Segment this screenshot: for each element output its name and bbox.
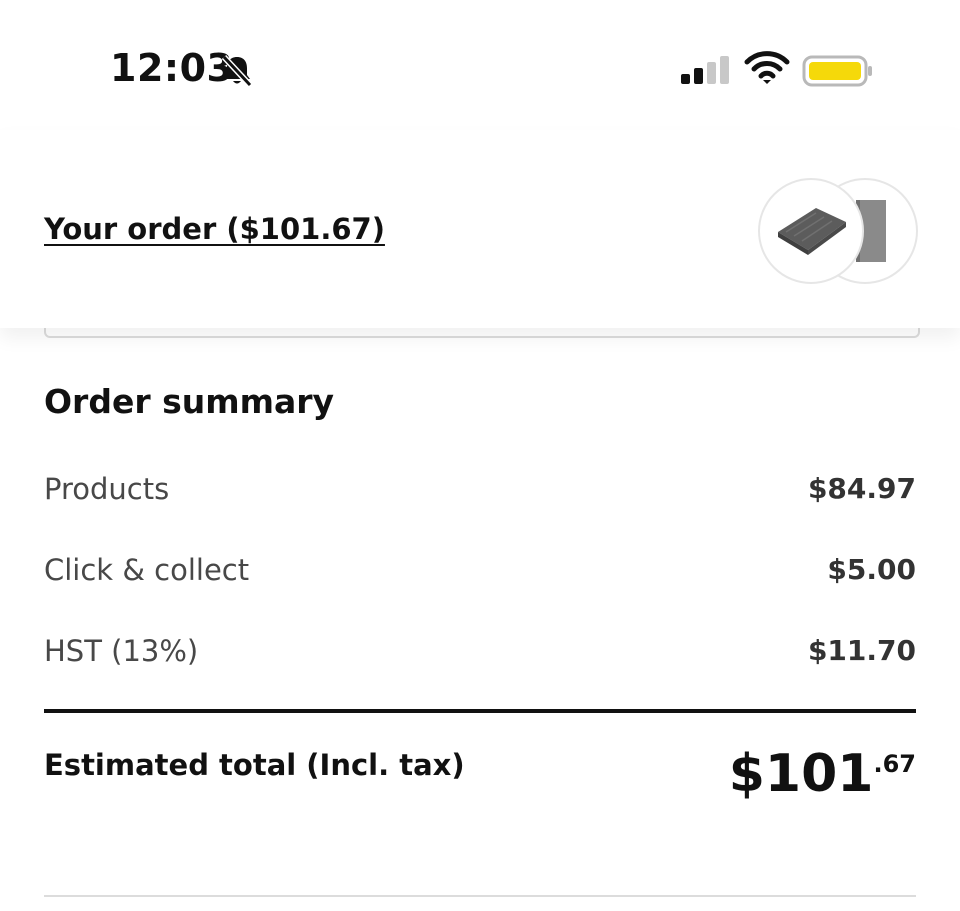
summary-row-value: $11.70 bbox=[807, 634, 916, 667]
summary-row-label: Products bbox=[44, 472, 170, 506]
battery-icon bbox=[802, 55, 872, 87]
checkout-screen: 12:03 Your order ($101.67) Order summary… bbox=[0, 0, 960, 911]
product-thumbnail-blanket[interactable] bbox=[758, 178, 864, 284]
summary-row-products: Products $84.97 bbox=[44, 472, 916, 512]
order-summary-title: Order summary bbox=[44, 382, 335, 421]
status-bar: 12:03 bbox=[0, 0, 960, 130]
bell-slash-icon bbox=[221, 54, 253, 88]
your-order-link[interactable]: Your order ($101.67) bbox=[44, 212, 385, 246]
summary-row-value: $5.00 bbox=[827, 553, 916, 586]
order-thumbnails[interactable] bbox=[758, 178, 918, 284]
summary-row-value: $84.97 bbox=[807, 472, 916, 505]
total-divider bbox=[44, 709, 916, 713]
total-dollars: $101 bbox=[728, 744, 874, 804]
blanket-image bbox=[778, 208, 846, 255]
cellular-signal-icon bbox=[681, 56, 729, 84]
wifi-icon bbox=[744, 51, 790, 84]
bottom-divider bbox=[44, 895, 916, 897]
status-time: 12:03 bbox=[110, 46, 234, 90]
summary-row-label: Click & collect bbox=[44, 553, 250, 587]
summary-row-click-collect: Click & collect $5.00 bbox=[44, 553, 916, 593]
estimated-total-label: Estimated total (Incl. tax) bbox=[44, 748, 465, 782]
summary-row-label: HST (13%) bbox=[44, 634, 199, 668]
total-cents: .67 bbox=[873, 750, 916, 778]
summary-row-hst: HST (13%) $11.70 bbox=[44, 634, 916, 674]
order-header: Your order ($101.67) bbox=[0, 130, 960, 328]
estimated-total-value: $101.67 bbox=[729, 744, 916, 804]
